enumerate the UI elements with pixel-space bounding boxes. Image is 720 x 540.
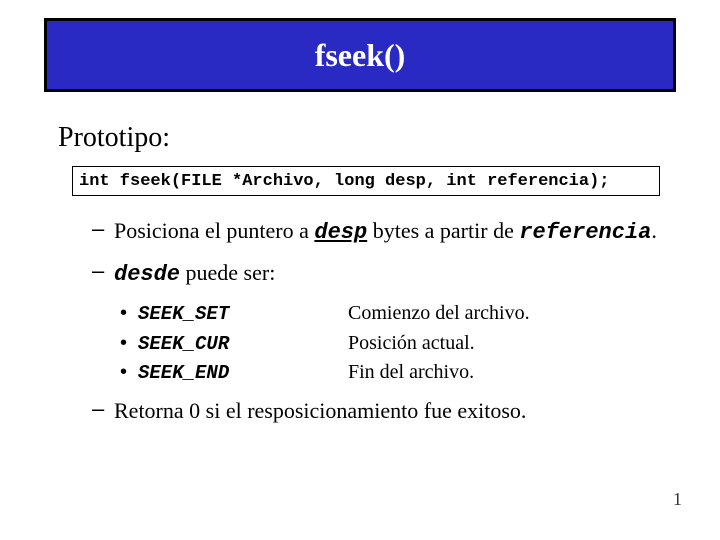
text-fragment: puede ser:: [180, 260, 275, 285]
bullet-text: Retorna 0 si el resposicionamiento fue e…: [114, 396, 526, 426]
slide: fseek() Prototipo: int fseek(FILE *Archi…: [0, 0, 720, 540]
title-banner: fseek(): [44, 18, 676, 92]
section-heading: Prototipo:: [58, 122, 170, 154]
prototype-box: int fseek(FILE *Archivo, long desp, int …: [72, 166, 660, 196]
constant-row: • SEEK_CUR Posición actual.: [120, 329, 662, 359]
constant-name: SEEK_CUR: [138, 331, 348, 359]
bullet-dot-icon: •: [120, 329, 138, 358]
keyword-desde: desde: [114, 262, 180, 287]
bullet-text: desde puede ser:: [114, 258, 275, 290]
constants-table: • SEEK_SET Comienzo del archivo. • SEEK_…: [120, 299, 662, 388]
bullet-item: – Posiciona el puntero a desp bytes a pa…: [92, 216, 662, 248]
dash-icon: –: [92, 216, 114, 248]
text-fragment: Posiciona el puntero a: [114, 218, 314, 243]
constant-row: • SEEK_END Fin del archivo.: [120, 358, 662, 388]
keyword-desp: desp: [314, 220, 367, 245]
text-fragment: bytes a partir de: [367, 218, 519, 243]
text-fragment: .: [651, 218, 657, 243]
bullet-list: – Posiciona el puntero a desp bytes a pa…: [92, 216, 662, 436]
constant-row: • SEEK_SET Comienzo del archivo.: [120, 299, 662, 329]
slide-title: fseek(): [315, 37, 406, 74]
constant-desc: Posición actual.: [348, 329, 475, 358]
constant-desc: Comienzo del archivo.: [348, 299, 530, 328]
constant-name: SEEK_SET: [138, 301, 348, 329]
bullet-dot-icon: •: [120, 299, 138, 328]
bullet-item: – Retorna 0 si el resposicionamiento fue…: [92, 396, 662, 426]
dash-icon: –: [92, 258, 114, 290]
page-number: 1: [673, 489, 682, 510]
bullet-dot-icon: •: [120, 358, 138, 387]
keyword-referencia: referencia: [519, 220, 651, 245]
bullet-item: – desde puede ser:: [92, 258, 662, 290]
dash-icon: –: [92, 396, 114, 426]
prototype-code: int fseek(FILE *Archivo, long desp, int …: [79, 172, 610, 191]
bullet-text: Posiciona el puntero a desp bytes a part…: [114, 216, 657, 248]
constant-name: SEEK_END: [138, 360, 348, 388]
constant-desc: Fin del archivo.: [348, 358, 474, 387]
